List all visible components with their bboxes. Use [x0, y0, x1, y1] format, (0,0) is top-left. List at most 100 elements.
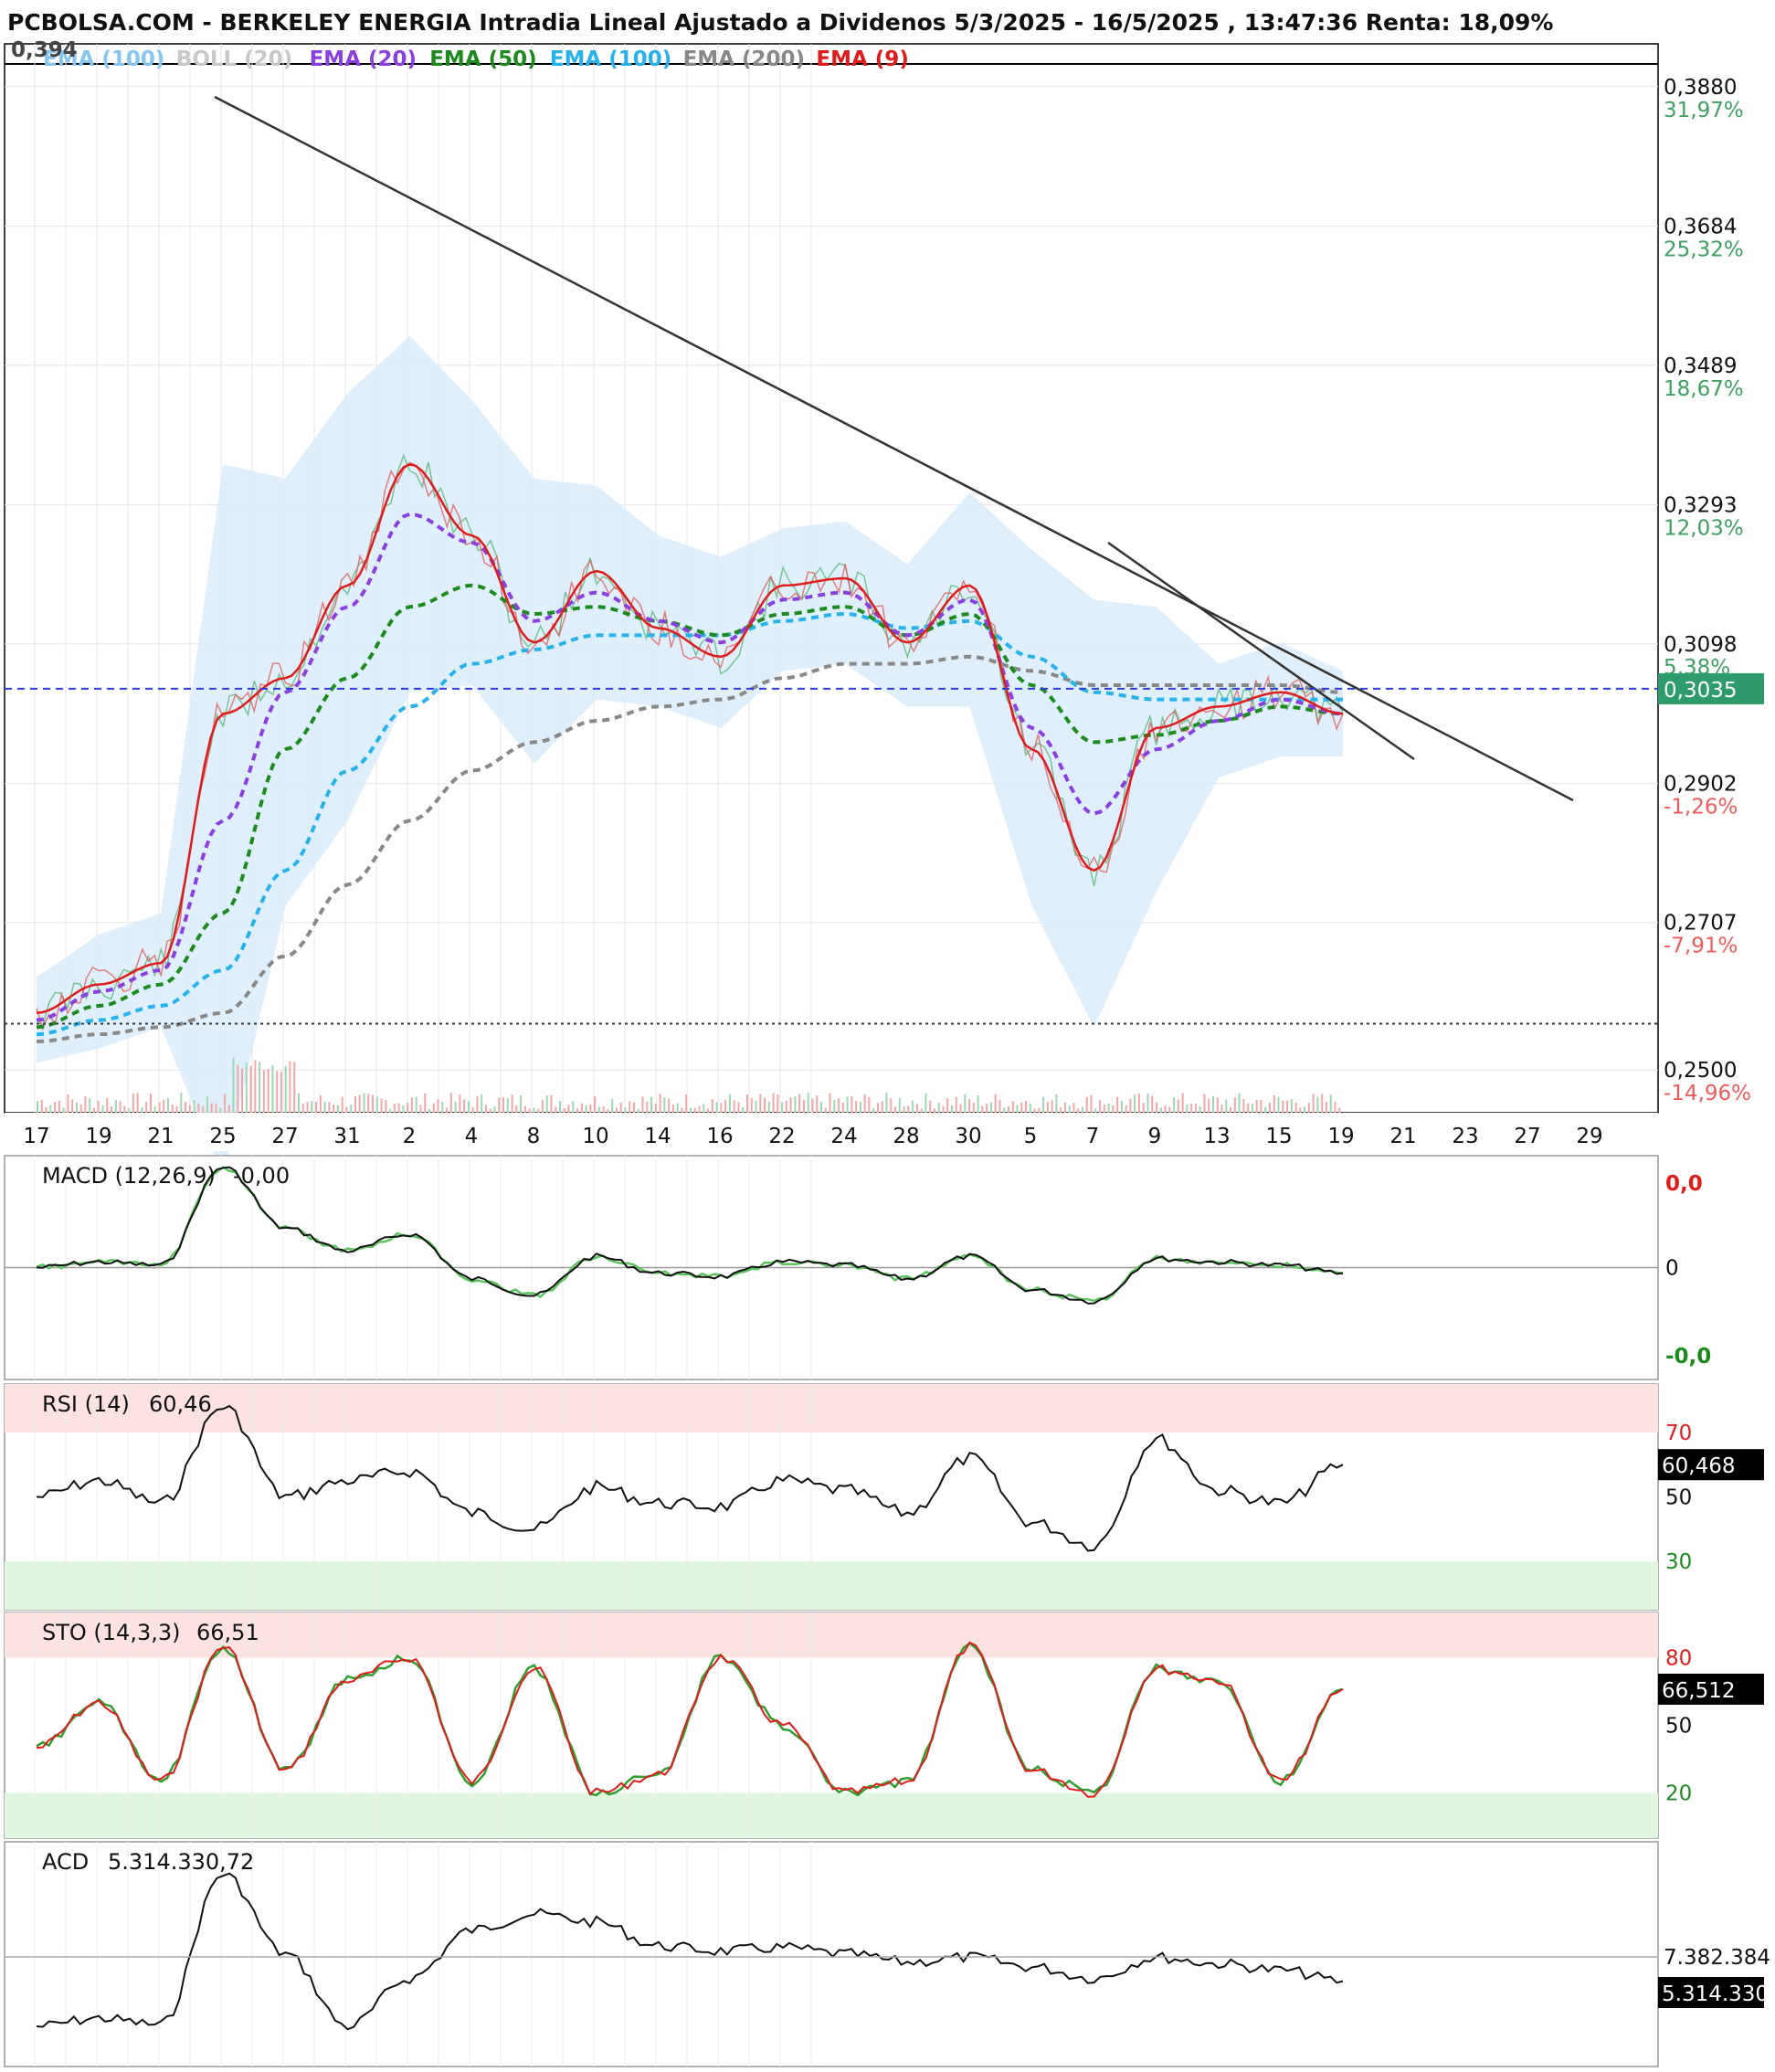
volume-bar: [267, 1068, 269, 1113]
volume-bar: [533, 1107, 535, 1113]
volume-bar: [876, 1103, 879, 1113]
volume-bar: [585, 1105, 587, 1113]
volume-bar: [167, 1097, 169, 1113]
volume-bar: [977, 1095, 979, 1113]
volume-bar: [241, 1068, 244, 1113]
volume-bar: [794, 1095, 797, 1113]
legend-item: EMA (20): [310, 48, 417, 71]
volume-bar: [1277, 1096, 1280, 1113]
volume-bar: [946, 1098, 949, 1113]
volume-bar: [1251, 1103, 1253, 1113]
volume-bar: [84, 1095, 87, 1113]
volume-bar: [101, 1105, 104, 1113]
volume-bar: [602, 1106, 605, 1113]
volume-bar: [559, 1101, 561, 1113]
volume-bar: [903, 1105, 905, 1113]
volume-bar: [132, 1094, 134, 1113]
volume-bar: [315, 1102, 318, 1113]
volume-bar: [563, 1108, 565, 1113]
volume-bar: [898, 1097, 901, 1113]
volume-bar: [951, 1105, 953, 1113]
volume-bar: [185, 1101, 187, 1113]
volume-bar: [511, 1094, 513, 1113]
price-tick-label: 0,3684: [1664, 216, 1737, 239]
volume-bar: [1082, 1106, 1083, 1113]
panel-title: RSI (14): [42, 1391, 130, 1417]
volume-bar: [1181, 1093, 1184, 1113]
volume-bar: [245, 1062, 248, 1113]
volume-bar: [942, 1105, 945, 1113]
volume-bar: [641, 1096, 644, 1113]
volume-bar: [372, 1094, 375, 1113]
volume-bar: [71, 1099, 74, 1113]
volume-bar: [336, 1105, 339, 1113]
volume-bar: [1120, 1101, 1123, 1113]
volume-bar: [515, 1105, 518, 1113]
volume-bar: [380, 1098, 383, 1113]
volume-bar: [1042, 1096, 1045, 1113]
volume-bar: [777, 1094, 779, 1113]
price-tick-pct: -7,91%: [1664, 935, 1738, 958]
volume-bar: [611, 1098, 614, 1113]
volume-bar: [633, 1102, 636, 1113]
volume-bar: [767, 1101, 770, 1113]
volume-bar: [781, 1102, 784, 1113]
legend-item: EMA (200): [683, 48, 805, 71]
volume-bar: [998, 1099, 1001, 1113]
volume-bar: [1299, 1107, 1302, 1113]
volume-bar: [350, 1105, 353, 1113]
price-tick-pct: 25,32%: [1664, 238, 1744, 262]
level-label: 80: [1665, 1646, 1692, 1670]
volume-bar: [446, 1107, 449, 1113]
panel-title: ACD: [42, 1849, 89, 1875]
volume-bar: [1007, 1106, 1009, 1113]
volume-bar: [415, 1096, 417, 1113]
volume-bar: [811, 1098, 814, 1113]
volume-bar: [1090, 1094, 1093, 1113]
stock-chart: PCBOLSA.COM - BERKELEY ENERGIA Intradia …: [4, 9, 1770, 2067]
volume-bar: [1112, 1105, 1115, 1113]
level-label: 30: [1665, 1550, 1692, 1574]
volume-bar: [432, 1103, 435, 1113]
price-tick-pct: 18,67%: [1664, 377, 1744, 401]
volume-bar: [1159, 1107, 1162, 1113]
volume-bar: [493, 1106, 496, 1113]
volume-bar: [79, 1104, 82, 1113]
volume-bar: [1286, 1100, 1289, 1113]
volume-bar: [1233, 1097, 1236, 1113]
volume-bar: [232, 1058, 235, 1113]
panel-value: 60,46: [149, 1391, 212, 1417]
x-tick-label: 2: [403, 1125, 417, 1148]
volume-bar: [1242, 1099, 1245, 1113]
panel-value: 5.314.330,72: [108, 1849, 254, 1875]
volume-bar: [755, 1101, 757, 1113]
volume-bar: [111, 1106, 113, 1113]
volume-bar: [1304, 1106, 1306, 1113]
volume-bar: [1137, 1093, 1140, 1113]
volume-bar: [885, 1093, 888, 1113]
panel-title: STO (14,3,3): [42, 1620, 180, 1645]
volume-bar: [1129, 1098, 1132, 1113]
volume-bar: [298, 1093, 300, 1113]
volume-bar: [62, 1107, 65, 1113]
volume-bar: [824, 1107, 827, 1113]
volume-bar: [1085, 1096, 1088, 1113]
volume-bar: [671, 1105, 674, 1113]
volume-bar: [981, 1105, 984, 1113]
volume-bar: [419, 1105, 422, 1113]
volume-bar: [319, 1094, 322, 1113]
price-tick-label: 0,2902: [1664, 773, 1737, 797]
volume-bar: [219, 1107, 222, 1113]
volume-bar: [1011, 1101, 1014, 1113]
volume-bar: [711, 1099, 713, 1113]
volume-bar: [1194, 1104, 1197, 1113]
volume-bar: [1203, 1094, 1206, 1113]
volume-bar: [75, 1102, 78, 1113]
volume-bar: [328, 1102, 331, 1113]
volume-bar: [833, 1100, 836, 1113]
volume-bar: [1199, 1106, 1201, 1113]
price-panel: 0,388031,97% 0,368425,32% 0,348918,67% 0,32…: [4, 38, 1764, 1178]
volume-bar: [454, 1101, 457, 1113]
volume-bar: [141, 1106, 143, 1113]
volume-bar: [659, 1094, 661, 1113]
